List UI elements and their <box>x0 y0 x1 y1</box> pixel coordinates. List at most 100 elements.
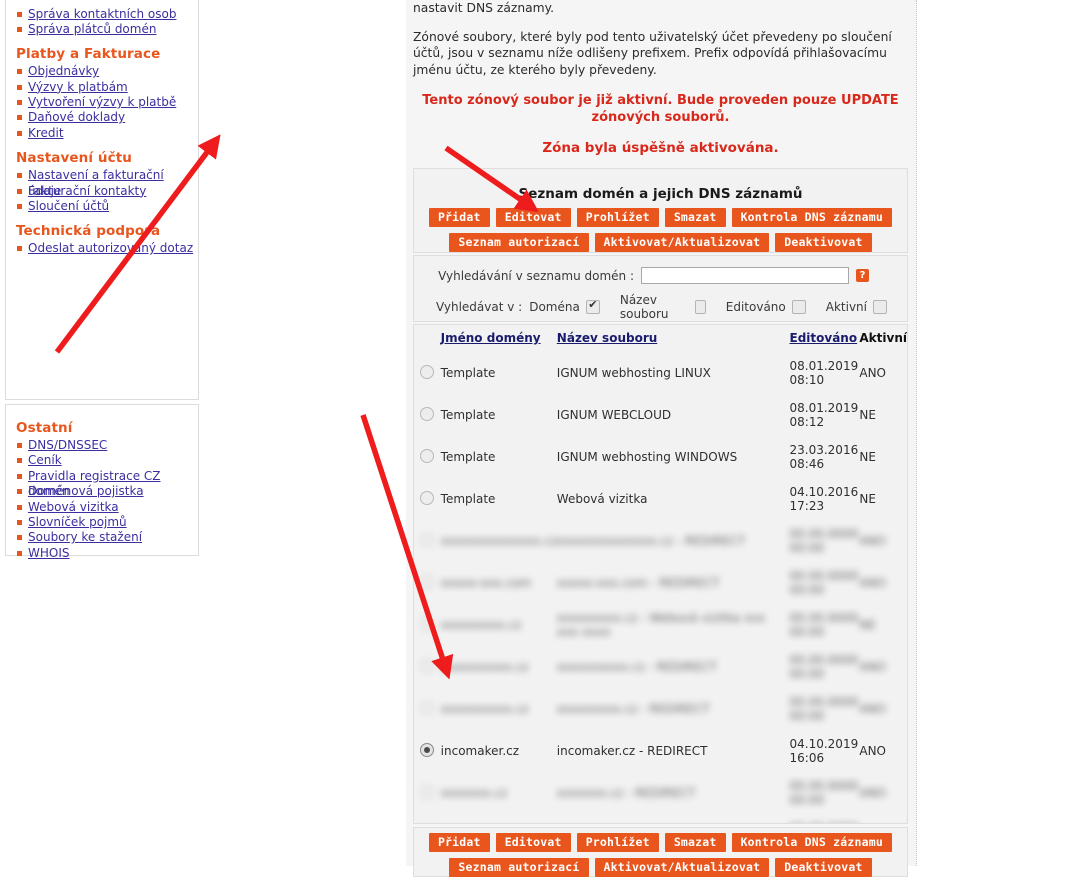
row-select-cell[interactable] <box>414 604 441 646</box>
sidebar-other-item-label[interactable]: Slovníček pojmů <box>28 515 127 529</box>
row-radio-button[interactable] <box>420 574 435 589</box>
sidebar-other-item-label[interactable]: WHOIS <box>28 546 70 560</box>
sidebar-other-item-label[interactable]: Ceník <box>28 453 62 467</box>
sidebar-item-label[interactable]: Odeslat autorizovaný dotaz <box>28 241 193 255</box>
filter-checkbox[interactable] <box>585 298 600 314</box>
deactivate-button[interactable]: Deaktivovat <box>775 858 872 877</box>
filter-option[interactable]: Aktivní <box>826 300 893 314</box>
row-radio-button[interactable] <box>420 658 435 673</box>
sidebar-other-item[interactable]: Soubory ke stažení <box>6 530 198 545</box>
sidebar-other-item[interactable]: Slovníček pojmů <box>6 515 198 530</box>
sidebar-other-item-label[interactable]: DNS/DNSSEC <box>28 438 107 452</box>
table-row[interactable]: xxxxxxxxxx.cz xxxxxxxxx.cz - REDIRECT 00.0… <box>414 688 907 730</box>
filter-checkbox[interactable] <box>873 300 887 314</box>
table-row[interactable]: xxxxxxx.cz xxxxxxx.cz - REDIRECT 00.00.000… <box>414 772 907 814</box>
view-button[interactable]: Prohlížet <box>576 833 659 852</box>
sidebar-item[interactable]: Objednávky <box>6 64 198 79</box>
col-edited[interactable]: Editováno <box>790 325 860 352</box>
row-radio-button[interactable] <box>420 448 435 463</box>
check-dns-button[interactable]: Kontrola DNS záznamu <box>731 208 893 227</box>
row-select-cell[interactable] <box>414 436 441 478</box>
filter-option[interactable]: Doména <box>529 298 606 314</box>
sidebar-item-label[interactable]: Správa kontaktních osob <box>28 7 176 21</box>
sidebar-item-label[interactable]: Kredit <box>28 126 64 140</box>
sidebar-item[interactable]: Sloučení účtů <box>6 199 198 214</box>
view-button[interactable]: Prohlížet <box>576 208 659 227</box>
table-row[interactable]: Template IGNUM webhosting LINUX 08.01.2019… <box>414 352 907 394</box>
filter-option[interactable]: Název souboru <box>620 293 712 321</box>
sidebar-other-item-label[interactable]: Soubory ke stažení <box>28 530 142 544</box>
sidebar-item[interactable]: Odeslat autorizovaný dotaz <box>6 241 198 256</box>
row-select-cell[interactable] <box>414 646 441 688</box>
row-select-cell[interactable] <box>414 520 441 562</box>
row-select-cell[interactable] <box>414 772 441 814</box>
delete-button[interactable]: Smazat <box>664 833 726 852</box>
add-button[interactable]: Přidat <box>428 208 490 227</box>
row-select-cell[interactable] <box>414 562 441 604</box>
row-select-cell[interactable] <box>414 688 441 730</box>
table-row[interactable]: xxxxxxx-xxxxx.czxxxxxxx-xxxxx.cz - Webov… <box>414 814 907 823</box>
help-icon[interactable]: ? <box>856 269 869 282</box>
table-row[interactable]: xxxxxxxxxx.cz xxxxxxxxxx.cz - REDIRECT 00.… <box>414 646 907 688</box>
check-dns-button[interactable]: Kontrola DNS záznamu <box>731 833 893 852</box>
authorizations-button[interactable]: Seznam autorizací <box>449 858 589 877</box>
activate-update-button[interactable]: Aktivovat/Aktualizovat <box>594 233 770 252</box>
sidebar-other-item-label[interactable]: Doménová pojistka <box>28 484 144 498</box>
sidebar-other-item[interactable]: WHOIS <box>6 546 198 561</box>
col-domain-name[interactable]: Jméno domény <box>441 325 557 352</box>
edit-button[interactable]: Editovat <box>495 833 571 852</box>
row-select-cell[interactable] <box>414 730 441 772</box>
table-row[interactable]: xxxxx-xxx.com xxxxx-xxx.com - REDIRECT 00.… <box>414 562 907 604</box>
table-row[interactable]: Template Webová vizitka 04.10.2016 17:23 NE <box>414 478 907 520</box>
sidebar-other-item[interactable]: Doménová pojistka <box>6 484 198 499</box>
sidebar-other-item[interactable]: Pravidla registrace CZ domén <box>6 469 198 498</box>
sidebar-item-label[interactable]: Výzvy k platbám <box>28 80 128 94</box>
sidebar-item-label[interactable]: Daňové doklady <box>28 110 125 124</box>
authorizations-button[interactable]: Seznam autorizací <box>449 233 589 252</box>
sidebar-item[interactable]: Nastavení a fakturační údaje <box>6 168 198 198</box>
sidebar-other-item[interactable]: Webová vizitka <box>6 500 198 515</box>
row-radio-button[interactable] <box>420 532 435 547</box>
search-input[interactable] <box>641 267 849 284</box>
row-select-cell[interactable] <box>414 814 441 823</box>
delete-button[interactable]: Smazat <box>664 208 726 227</box>
activate-update-button[interactable]: Aktivovat/Aktualizovat <box>594 858 770 877</box>
row-radio-button[interactable] <box>420 406 435 421</box>
sidebar-other-item[interactable]: DNS/DNSSEC <box>6 438 198 453</box>
row-select-cell[interactable] <box>414 394 441 436</box>
col-file-name[interactable]: Název souboru <box>557 325 790 352</box>
sidebar-item-label[interactable]: Vytvoření výzvy k platbě <box>28 95 176 109</box>
row-radio-button[interactable] <box>420 742 435 757</box>
row-radio-button[interactable] <box>420 490 435 505</box>
sidebar-item[interactable]: Daňové doklady <box>6 110 198 125</box>
sidebar-item[interactable]: Výzvy k platbám <box>6 80 198 95</box>
sidebar-item[interactable]: Fakturační kontakty <box>6 184 198 199</box>
sidebar-other-item[interactable]: Ceník <box>6 453 198 468</box>
filter-option[interactable]: Editováno <box>726 300 812 314</box>
table-row[interactable]: xxxxxxxxxxxxxx.cz xxxxxxxxxxxxxx.cz - RED… <box>414 520 907 562</box>
sidebar-other-item-label[interactable]: Webová vizitka <box>28 500 119 514</box>
add-button[interactable]: Přidat <box>428 833 490 852</box>
table-row[interactable]: Template IGNUM webhosting WINDOWS 23.03.20… <box>414 436 907 478</box>
row-radio-button[interactable] <box>420 364 435 379</box>
sidebar-item[interactable]: Kredit <box>6 126 198 141</box>
row-radio-button[interactable] <box>420 784 435 799</box>
table-row[interactable]: incomaker.cz incomaker.cz - REDIRECT 04.10… <box>414 730 907 772</box>
sidebar-item[interactable]: Správa plátců domén <box>6 22 198 37</box>
sidebar-item[interactable]: Vytvoření výzvy k platbě <box>6 95 198 110</box>
sidebar-item-label[interactable]: Správa plátců domén <box>28 22 156 36</box>
row-select-cell[interactable] <box>414 478 441 520</box>
table-row[interactable]: Template IGNUM WEBCLOUD 08.01.2019 08:12 NE <box>414 394 907 436</box>
filter-checkbox[interactable] <box>694 300 706 314</box>
sidebar-item-label[interactable]: Objednávky <box>28 64 99 78</box>
table-row[interactable]: xxxxxxxxx.cz xxxxxxxxx.cz - Webová vizitk… <box>414 604 907 646</box>
sidebar-item-label[interactable]: Fakturační kontakty <box>28 184 146 198</box>
row-select-cell[interactable] <box>414 352 441 394</box>
sidebar-item-label[interactable]: Sloučení účtů <box>28 199 109 213</box>
deactivate-button[interactable]: Deaktivovat <box>775 233 872 252</box>
sidebar-item[interactable]: Správa kontaktních osob <box>6 7 198 22</box>
filter-checkbox[interactable] <box>791 300 806 314</box>
edit-button[interactable]: Editovat <box>495 208 571 227</box>
row-radio-button[interactable] <box>420 700 435 715</box>
row-radio-button[interactable] <box>420 616 435 631</box>
